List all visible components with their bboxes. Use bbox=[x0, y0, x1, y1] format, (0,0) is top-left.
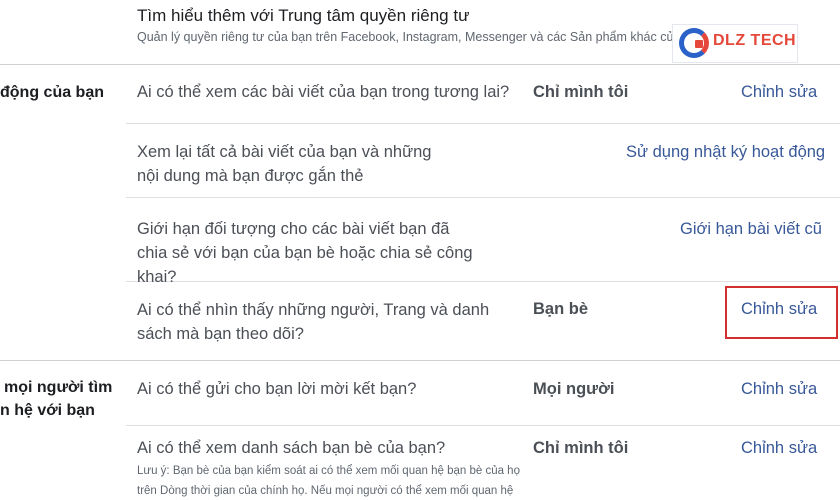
setting-value: Bạn bè bbox=[533, 300, 589, 318]
setting-value: Mọi người bbox=[533, 380, 615, 398]
logo-brand-text: DLZ TECH bbox=[713, 32, 797, 49]
setting-question: Ai có thể gửi cho bạn lời mời kết bạn? bbox=[137, 380, 417, 398]
logo-dot-icon bbox=[695, 40, 703, 48]
setting-question: Ai có thể xem các bài viết của bạn trong… bbox=[137, 83, 510, 101]
section-label-find-contact: mọi người tìm bbox=[4, 379, 113, 396]
logo-ring-icon bbox=[679, 28, 709, 58]
highlight-box bbox=[725, 286, 838, 339]
friends-list-note: Lưu ý: Bạn bè của bạn kiểm soát ai có th… bbox=[137, 465, 520, 497]
setting-value: Chỉ mình tôi bbox=[533, 439, 629, 457]
privacy-center-title[interactable]: Tìm hiểu thêm với Trung tâm quyền riêng … bbox=[137, 6, 469, 26]
divider bbox=[0, 360, 840, 361]
use-activity-log-button[interactable]: Sử dụng nhật ký hoạt động bbox=[626, 143, 825, 162]
divider bbox=[126, 123, 840, 124]
setting-question: Ai có thể xem danh sách bạn bè của bạn? bbox=[137, 439, 446, 457]
edit-button[interactable]: Chỉnh sửa bbox=[741, 439, 817, 458]
setting-question: Xem lại tất cả bài viết của bạn và những… bbox=[137, 143, 432, 185]
dlz-tech-logo: DLZ TECH bbox=[672, 24, 798, 63]
divider bbox=[126, 425, 840, 426]
section-label-activity: động của bạn bbox=[0, 84, 104, 101]
setting-question: Ai có thể nhìn thấy những người, Trang v… bbox=[137, 301, 490, 343]
divider bbox=[126, 197, 840, 198]
limit-past-posts-button[interactable]: Giới hạn bài viết cũ bbox=[680, 220, 822, 239]
privacy-center-subtitle: Quản lý quyền riêng tư của bạn trên Face… bbox=[137, 30, 712, 44]
divider bbox=[0, 64, 840, 65]
setting-question: Giới hạn đối tượng cho các bài viết bạn … bbox=[137, 220, 473, 286]
setting-value: Chỉ mình tôi bbox=[533, 83, 629, 101]
section-label-find-contact-line2: n hệ với bạn bbox=[0, 402, 95, 419]
edit-button[interactable]: Chỉnh sửa bbox=[741, 83, 817, 102]
edit-button[interactable]: Chỉnh sửa bbox=[741, 380, 817, 399]
